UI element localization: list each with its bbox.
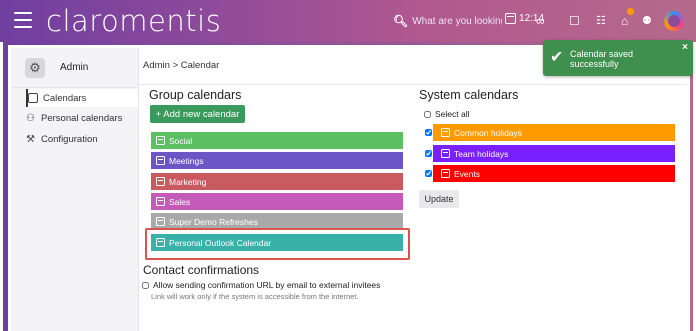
- calendar-icon: [156, 197, 165, 206]
- calendar-icon: [505, 13, 516, 24]
- divider: [137, 84, 687, 85]
- calendar-item-meetings[interactable]: Meetings: [151, 152, 403, 169]
- calendar-name: Common holidays: [454, 127, 523, 138]
- calendar-icon: [441, 149, 450, 158]
- contact-confirmations-title: Contact confirmations: [143, 263, 260, 277]
- calendar-name: Events: [454, 168, 480, 179]
- update-button[interactable]: Update: [419, 190, 459, 208]
- calendar-name: Meetings: [169, 155, 204, 166]
- calendar-name: Marketing: [169, 176, 207, 187]
- sidebar-item-configuration[interactable]: ⚒ Configuration: [26, 130, 138, 148]
- bookmark-icon[interactable]: ☐: [569, 13, 580, 29]
- calendar-icon: [156, 217, 165, 226]
- sidebar-item-label: Configuration: [41, 133, 98, 145]
- search-icon: 🔍︎: [393, 14, 409, 28]
- bell-icon[interactable]: ⌂: [621, 13, 628, 29]
- calendar-name: Team holidays: [454, 148, 509, 159]
- calendar-item-marketing[interactable]: Marketing: [151, 173, 403, 190]
- add-calendar-button[interactable]: + Add new calendar: [150, 105, 245, 123]
- admin-header: ⚙ Admin: [11, 48, 139, 88]
- system-calendar-team-holidays[interactable]: Team holidays: [433, 145, 675, 162]
- select-all-checkbox[interactable]: [424, 110, 431, 118]
- sidebar-item-personal-calendars[interactable]: ⚇ Personal calendars: [26, 109, 138, 127]
- link-icon[interactable]: ∞: [536, 13, 545, 29]
- calendar-item-social[interactable]: Social: [151, 132, 403, 149]
- select-all-label: Select all: [435, 109, 470, 119]
- calendar-icon: [156, 156, 165, 165]
- system-calendar-common-holidays[interactable]: Common holidays: [433, 124, 675, 141]
- sidebar-item-label: Calendars: [43, 92, 87, 104]
- confirmation-checkbox[interactable]: [142, 281, 149, 289]
- admin-title: Admin: [60, 62, 89, 73]
- sidebar: ⚙ Admin Calendars ⚇ Personal calendars ⚒…: [11, 48, 139, 331]
- sidebar-item-label: Personal calendars: [41, 112, 123, 124]
- top-bar: claromentis 🔍︎ 12:14 ∞ ☐ ☷ ⌂ ⚉: [0, 0, 696, 42]
- toast-message: Calendar saved successfully: [570, 49, 634, 69]
- sidebar-item-calendars[interactable]: Calendars: [26, 89, 138, 107]
- avatar[interactable]: [664, 11, 684, 31]
- person-icon: ⚇: [26, 112, 35, 124]
- confirmation-label: Allow sending confirmation URL by email …: [153, 280, 381, 290]
- apps-grid-icon[interactable]: ☷: [596, 13, 606, 29]
- people-icon[interactable]: ⚉: [642, 13, 652, 29]
- calendar-icon: [28, 93, 39, 103]
- calendar-icon: [441, 128, 450, 137]
- system-calendar-events[interactable]: Events: [433, 165, 675, 182]
- system-calendars-title: System calendars: [419, 88, 519, 102]
- group-calendars-title: Group calendars: [149, 88, 242, 102]
- calendar-icon: [156, 136, 165, 145]
- search-input[interactable]: [412, 15, 503, 27]
- highlight-box: [145, 228, 410, 260]
- team-holidays-checkbox[interactable]: [425, 150, 432, 157]
- common-holidays-checkbox[interactable]: [425, 129, 432, 136]
- calendar-icon: [156, 177, 165, 186]
- gear-icon: ⚙: [25, 58, 45, 78]
- logo[interactable]: claromentis: [46, 3, 221, 39]
- events-checkbox[interactable]: [425, 170, 432, 177]
- wrench-icon: ⚒: [26, 133, 35, 145]
- search-box[interactable]: 🔍︎: [393, 11, 503, 31]
- hamburger-menu-icon[interactable]: [14, 12, 32, 28]
- notification-badge: [627, 8, 634, 15]
- confirmation-checkbox-row[interactable]: Allow sending confirmation URL by email …: [142, 280, 380, 290]
- success-toast: ✔ Calendar saved successfully ×: [543, 40, 693, 76]
- checkmark-icon: ✔: [550, 49, 564, 66]
- confirmation-hint: Link will work only if the system is acc…: [151, 292, 359, 301]
- select-all-row[interactable]: Select all: [424, 109, 470, 119]
- calendar-name: Sales: [169, 196, 191, 207]
- breadcrumb[interactable]: Admin > Calendar: [143, 60, 219, 71]
- close-icon[interactable]: ×: [682, 43, 688, 53]
- calendar-icon: [441, 169, 450, 178]
- calendar-item-sales[interactable]: Sales: [151, 193, 403, 210]
- calendar-name: Social: [169, 135, 193, 146]
- calendar-name: Super Demo Refreshes: [169, 216, 258, 227]
